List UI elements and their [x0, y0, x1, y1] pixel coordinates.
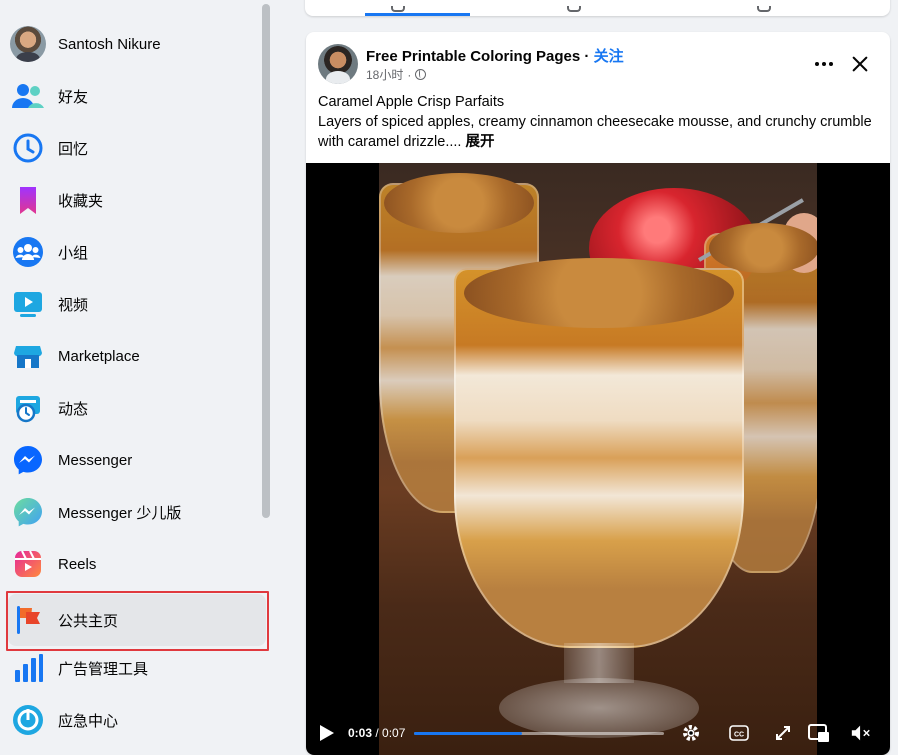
sidebar-item-label: 动态: [58, 400, 89, 418]
post-body: Layers of spiced apples, creamy cinnamon…: [318, 114, 872, 150]
follow-button[interactable]: 关注: [594, 48, 624, 65]
sidebar-item-groups[interactable]: 小组: [8, 226, 266, 278]
feeds-icon: [10, 390, 46, 426]
sidebar-item-saved[interactable]: 收藏夹: [8, 174, 266, 226]
glass-stem: [564, 643, 634, 683]
sidebar-item-messenger[interactable]: Messenger: [8, 434, 266, 486]
messenger-kids-icon: [10, 494, 46, 530]
video-controls: 0:03 / 0:07 CC: [306, 711, 890, 755]
post-title: Caramel Apple Crisp Parfaits: [318, 94, 505, 110]
post-meta: 18小时 ·: [366, 66, 427, 83]
sidebar-item-label: 广告管理工具: [58, 660, 149, 678]
sidebar-item-reels[interactable]: Reels: [8, 538, 266, 590]
sidebar-item-label: 好友: [58, 88, 89, 106]
crisis-response-icon: [10, 702, 46, 738]
sidebar-item-marketplace[interactable]: Marketplace: [8, 330, 266, 382]
memories-icon: [10, 130, 46, 166]
sidebar-item-feeds[interactable]: 动态: [8, 382, 266, 434]
video-player[interactable]: 0:03 / 0:07 CC: [306, 163, 890, 755]
sidebar-scrollbar[interactable]: [262, 4, 270, 518]
close-icon[interactable]: [844, 48, 876, 80]
tab-icon[interactable]: [391, 6, 405, 12]
sidebar-item-label: Messenger: [58, 451, 133, 469]
saved-icon: [10, 182, 46, 218]
sidebar-item-crisis-response[interactable]: 应急中心: [8, 694, 266, 746]
tab-icon[interactable]: [757, 6, 771, 12]
sidebar-item-label: 回忆: [58, 140, 89, 158]
feed-post: Free Printable Coloring Pages · 关注 18小时 …: [306, 32, 890, 755]
active-tab-indicator: [365, 13, 470, 16]
marketplace-icon: [10, 338, 46, 374]
sidebar-item-profile[interactable]: Santosh Nikure: [8, 18, 266, 70]
pages-flag-icon: [10, 602, 46, 638]
video-time: 0:03 / 0:07: [348, 726, 406, 740]
sidebar-item-label: Reels: [58, 555, 97, 573]
sidebar-item-label: 收藏夹: [58, 192, 104, 210]
sidebar-item-label: 公共主页: [58, 612, 119, 630]
friends-icon: [10, 78, 46, 114]
see-more-link[interactable]: 展开: [465, 134, 494, 150]
sidebar-item-memories[interactable]: 回忆: [8, 122, 266, 174]
sidebar-item-label: Messenger 少儿版: [58, 504, 182, 522]
video-frame[interactable]: [379, 163, 817, 755]
crumble-topping: [709, 223, 817, 273]
page-name-link[interactable]: Free Printable Coloring Pages: [366, 48, 580, 65]
post-timestamp[interactable]: 18小时: [366, 66, 403, 83]
sidebar-item-pages[interactable]: 公共主页: [8, 594, 266, 646]
fullscreen-icon[interactable]: [772, 722, 794, 744]
sidebar-item-label: 小组: [58, 244, 89, 262]
video-progress-bar[interactable]: [414, 732, 664, 735]
post-text: Caramel Apple Crisp Parfaits Layers of s…: [318, 92, 883, 152]
sidebar-item-label: Marketplace: [58, 347, 140, 365]
page-avatar[interactable]: [318, 44, 358, 84]
sidebar-item-ads-manager[interactable]: 广告管理工具: [8, 642, 266, 694]
mute-icon[interactable]: [850, 722, 872, 744]
composer-card: [305, 0, 890, 16]
sidebar-item-friends[interactable]: 好友: [8, 70, 266, 122]
crumble-topping: [384, 173, 534, 233]
crumble-topping: [464, 258, 734, 328]
sidebar-item-messenger-kids[interactable]: Messenger 少儿版: [8, 486, 266, 538]
sidebar-item-video[interactable]: 视频: [8, 278, 266, 330]
reels-icon: [10, 546, 46, 582]
sidebar-item-label: 视频: [58, 296, 89, 314]
svg-text:CC: CC: [734, 732, 744, 739]
play-icon[interactable]: [320, 725, 334, 741]
post-header-title: Free Printable Coloring Pages · 关注: [366, 48, 624, 65]
tab-icon[interactable]: [567, 6, 581, 12]
video-icon: [10, 286, 46, 322]
user-avatar: [10, 26, 46, 62]
sidebar-item-label: 应急中心: [58, 712, 119, 730]
groups-icon: [10, 234, 46, 270]
settings-gear-icon[interactable]: [680, 722, 702, 744]
globe-icon: [415, 69, 427, 80]
left-sidebar: Santosh Nikure 好友 回忆 收藏夹 小组 视频 Marketpla…: [0, 0, 272, 755]
sidebar-item-label: Santosh Nikure: [58, 35, 161, 53]
messenger-icon: [10, 442, 46, 478]
captions-icon[interactable]: CC: [728, 722, 750, 744]
ads-manager-icon: [10, 650, 46, 686]
picture-in-picture-icon[interactable]: [808, 722, 830, 744]
more-options-button[interactable]: [810, 50, 838, 78]
video-progress-fill: [414, 732, 522, 735]
